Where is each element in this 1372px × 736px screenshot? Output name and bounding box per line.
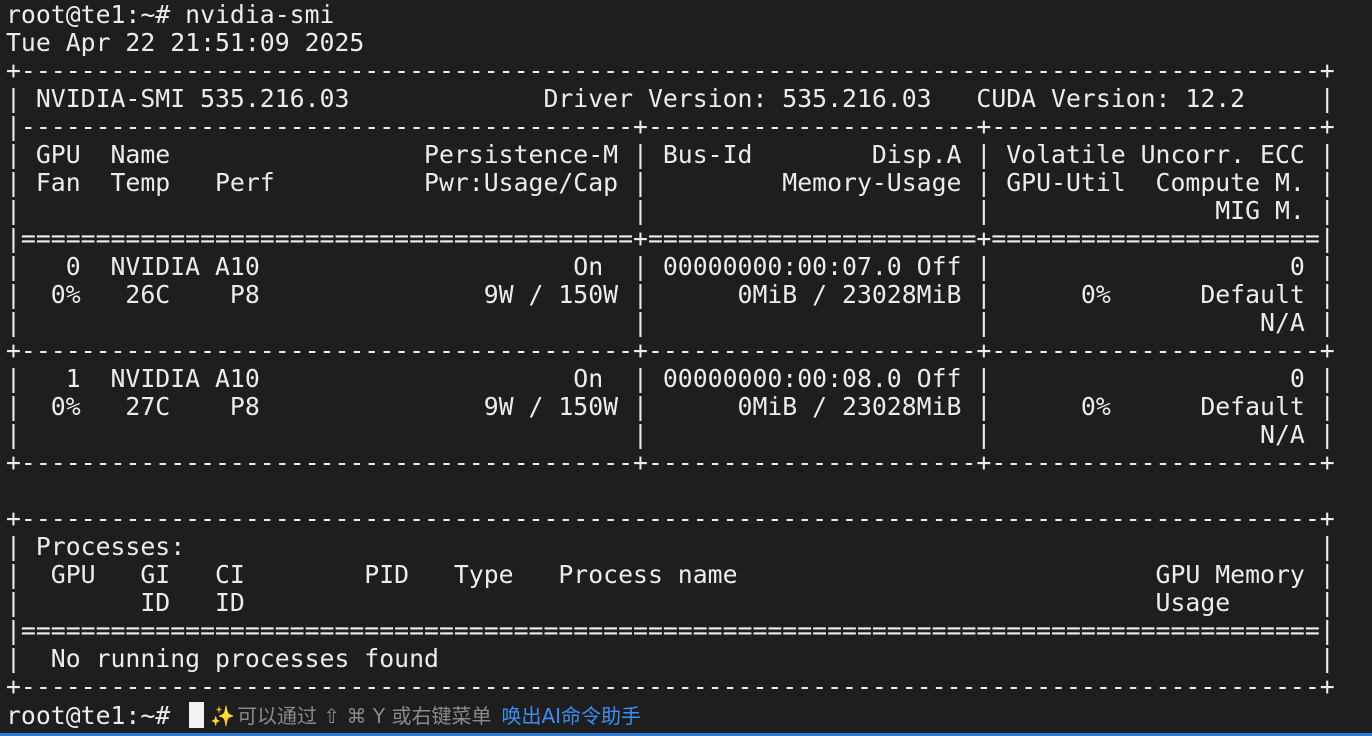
terminal-line: | | | MIG M. | — [6, 197, 1335, 225]
terminal-line: | Fan Temp Perf Pwr:Usage/Cap | Memory-U… — [6, 169, 1335, 197]
terminal-line: | 0% 27C P8 9W / 150W | 0MiB / 23028MiB … — [6, 393, 1335, 421]
terminal-line: | ID ID Usage | — [6, 589, 1335, 617]
terminal-line: +---------------------------------------… — [6, 449, 1335, 477]
terminal-line: | | | N/A | — [6, 421, 1335, 449]
prompt-text: root@te1:~# — [6, 701, 186, 730]
terminal-line: |=======================================… — [6, 617, 1335, 645]
terminal-line: +---------------------------------------… — [6, 505, 1335, 533]
terminal-line: | 0% 26C P8 9W / 150W | 0MiB / 23028MiB … — [6, 281, 1335, 309]
terminal-line: | No running processes found | — [6, 645, 1335, 673]
terminal-line: | GPU GI CI PID Type Process name GPU Me… — [6, 561, 1335, 589]
ai-hint-text: 可以通过 ⇧ ⌘ Y 或右键菜单 — [237, 704, 492, 728]
terminal-line: +---------------------------------------… — [6, 57, 1335, 85]
sparkle-icon: ✨ — [210, 704, 236, 728]
terminal-output: root@te1:~# nvidia-smi Tue Apr 22 21:51:0… — [6, 1, 1372, 701]
terminal-line: |---------------------------------------… — [6, 113, 1335, 141]
terminal-window[interactable]: root@te1:~# nvidia-smi Tue Apr 22 21:51:0… — [0, 0, 1372, 736]
terminal-line: +---------------------------------------… — [6, 337, 1335, 365]
terminal-line: | Processes: | — [6, 533, 1335, 561]
terminal-line: Tue Apr 22 21:51:09 2025 — [6, 29, 365, 57]
terminal-line: | 0 NVIDIA A10 On | 00000000:00:07.0 Off… — [6, 253, 1335, 281]
terminal-line: | NVIDIA-SMI 535.216.03 Driver Version: … — [6, 85, 1335, 113]
terminal-cursor — [189, 702, 205, 728]
terminal-line: |=======================================… — [6, 225, 1335, 253]
terminal-line: +---------------------------------------… — [6, 673, 1335, 701]
prompt-line[interactable]: root@te1:~# ✨ 可以通过 ⇧ ⌘ Y 或右键菜单 唤出AI命令助手 — [6, 701, 1372, 731]
terminal-line: root@te1:~# nvidia-smi — [6, 1, 335, 29]
terminal-line: | | | N/A | — [6, 309, 1335, 337]
ai-assistant-link[interactable]: 唤出AI命令助手 — [501, 702, 641, 730]
terminal-line: | 1 NVIDIA A10 On | 00000000:00:08.0 Off… — [6, 365, 1335, 393]
terminal-line: | GPU Name Persistence-M | Bus-Id Disp.A… — [6, 141, 1335, 169]
